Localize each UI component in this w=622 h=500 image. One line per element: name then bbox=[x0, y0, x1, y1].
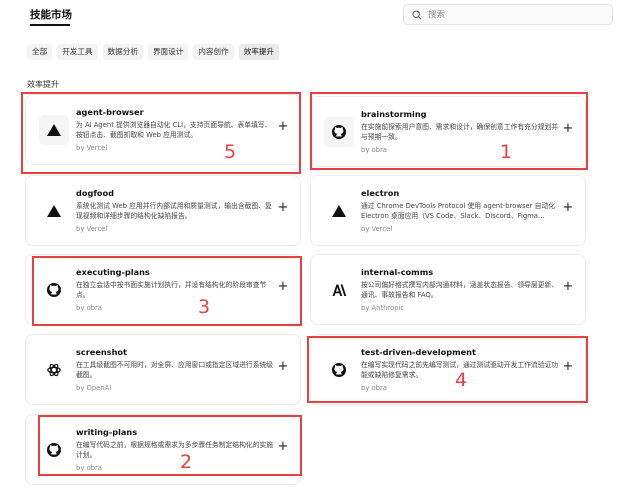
skill-name: screenshot bbox=[76, 347, 127, 357]
skill-card-internal-comms[interactable]: internal-comms 按公司偏好格式撰写内部沟通材料，涵盖状态报告、领导… bbox=[310, 254, 586, 325]
github-logo-icon bbox=[39, 275, 69, 305]
skill-description: 在工具级截图不可用时，对全屏、应用窗口或指定区域进行系统级截图。 bbox=[76, 361, 274, 379]
search-icon bbox=[412, 9, 422, 20]
skill-author: by Anthropic bbox=[361, 304, 405, 312]
skill-author: by obra bbox=[76, 304, 102, 312]
skill-author: by obra bbox=[76, 464, 102, 472]
add-skill-button[interactable]: + bbox=[276, 280, 290, 294]
skill-card-screenshot[interactable]: screenshot 在工具级截图不可用时，对全屏、应用窗口或指定区域进行系统级… bbox=[25, 334, 301, 405]
filter-data-analysis[interactable]: 数据分析 bbox=[102, 44, 143, 60]
github-logo-icon bbox=[324, 117, 354, 147]
github-logo-icon bbox=[324, 355, 354, 385]
skill-card-electron[interactable]: electron 通过 Chrome DevTools Protocol 使用 … bbox=[310, 175, 586, 246]
skill-name: test-driven-development bbox=[361, 347, 476, 357]
add-skill-button[interactable]: + bbox=[561, 122, 575, 136]
search-box[interactable] bbox=[403, 4, 613, 25]
skill-card-test-driven-development[interactable]: test-driven-development 在编写实现代码之前先编写测试，通… bbox=[310, 334, 586, 405]
title-underline bbox=[30, 24, 70, 26]
github-logo-icon bbox=[39, 435, 69, 465]
triangle-logo-icon bbox=[39, 196, 69, 226]
add-skill-button[interactable]: + bbox=[561, 360, 575, 374]
skill-description: 按公司偏好格式撰写内部沟通材料，涵盖状态报告、领导层更新、通讯、事故报告和 FA… bbox=[361, 281, 559, 299]
annotation-number-4: 4 bbox=[455, 369, 468, 391]
skill-author: by Vercel bbox=[76, 144, 108, 152]
filter-ui-design[interactable]: 界面设计 bbox=[147, 44, 189, 60]
filter-content-creation[interactable]: 内容创作 bbox=[193, 44, 234, 60]
skill-name: dogfood bbox=[76, 188, 115, 198]
add-skill-button[interactable]: + bbox=[276, 440, 290, 454]
skill-card-agent-browser[interactable]: agent-browser 为 AI Agent 提供浏览器自动化 CLI，支持… bbox=[25, 94, 301, 165]
skill-author: by Vercel bbox=[76, 225, 108, 233]
skill-description: 为 AI Agent 提供浏览器自动化 CLI，支持页面导航、表单填写、按钮点击… bbox=[76, 121, 272, 139]
skill-description: 系统化测试 Web 应用并行内部试用和质量测试，输出含截图、复现视频和详细步骤的… bbox=[76, 202, 272, 220]
annotation-number-1: 1 bbox=[500, 141, 513, 163]
triangle-logo-icon bbox=[324, 196, 354, 226]
skill-name: electron bbox=[361, 188, 400, 198]
annotation-number-5: 5 bbox=[224, 141, 237, 163]
skill-card-executing-plans[interactable]: executing-plans 在独立会话中按书面实施计划执行，并设有结构化的阶… bbox=[25, 254, 301, 325]
page-title: 技能市场 bbox=[30, 9, 72, 21]
skill-card-writing-plans[interactable]: writing-plans 在编写代码之前，根据规格或需求为多步骤任务制定结构化… bbox=[25, 414, 301, 485]
skill-author: by obra bbox=[361, 384, 387, 392]
skill-author: by Vercel bbox=[361, 225, 393, 233]
category-filters: 全部 开发工具 数据分析 界面设计 内容创作 效率提升 bbox=[27, 44, 280, 60]
search-input[interactable] bbox=[428, 9, 598, 20]
section-heading: 效率提升 bbox=[27, 80, 59, 89]
add-skill-button[interactable]: + bbox=[276, 120, 290, 134]
skill-name: brainstorming bbox=[361, 109, 427, 119]
skill-card-brainstorming[interactable]: brainstorming 在实施前探索用户意图、需求和设计，确保创意工作有充分… bbox=[310, 96, 586, 167]
skill-description: 通过 Chrome DevTools Protocol 使用 agent-bro… bbox=[361, 202, 556, 220]
filter-productivity[interactable]: 效率提升 bbox=[238, 44, 280, 60]
skill-description: 在实施前探索用户意图、需求和设计，确保创意工作有充分规划并与预期一致。 bbox=[361, 123, 559, 141]
skill-name: internal-comms bbox=[361, 267, 434, 277]
skill-name: agent-browser bbox=[76, 107, 144, 117]
filter-dev-tools[interactable]: 开发工具 bbox=[57, 44, 98, 60]
add-skill-button[interactable]: + bbox=[561, 280, 575, 294]
skill-author: by OpenAI bbox=[76, 384, 112, 392]
skill-name: executing-plans bbox=[76, 267, 150, 277]
skill-author: by obra bbox=[361, 146, 387, 154]
add-skill-button[interactable]: + bbox=[276, 360, 290, 374]
annotation-number-3: 3 bbox=[198, 296, 211, 318]
triangle-logo-icon bbox=[39, 115, 69, 145]
skill-description: 在编写代码之前，根据规格或需求为多步骤任务制定结构化的实施计划。 bbox=[76, 441, 274, 459]
annotation-number-2: 2 bbox=[180, 451, 193, 473]
filter-all[interactable]: 全部 bbox=[27, 44, 53, 60]
add-skill-button[interactable]: + bbox=[276, 201, 290, 215]
skill-name: writing-plans bbox=[76, 427, 138, 437]
openai-logo-icon bbox=[39, 355, 69, 385]
anthropic-logo-icon bbox=[324, 275, 354, 305]
skill-description: 在独立会话中按书面实施计划执行，并设有结构化的阶段审查节点。 bbox=[76, 281, 267, 299]
skill-card-dogfood[interactable]: dogfood 系统化测试 Web 应用并行内部试用和质量测试，输出含截图、复现… bbox=[25, 175, 301, 246]
add-skill-button[interactable]: + bbox=[561, 201, 575, 215]
